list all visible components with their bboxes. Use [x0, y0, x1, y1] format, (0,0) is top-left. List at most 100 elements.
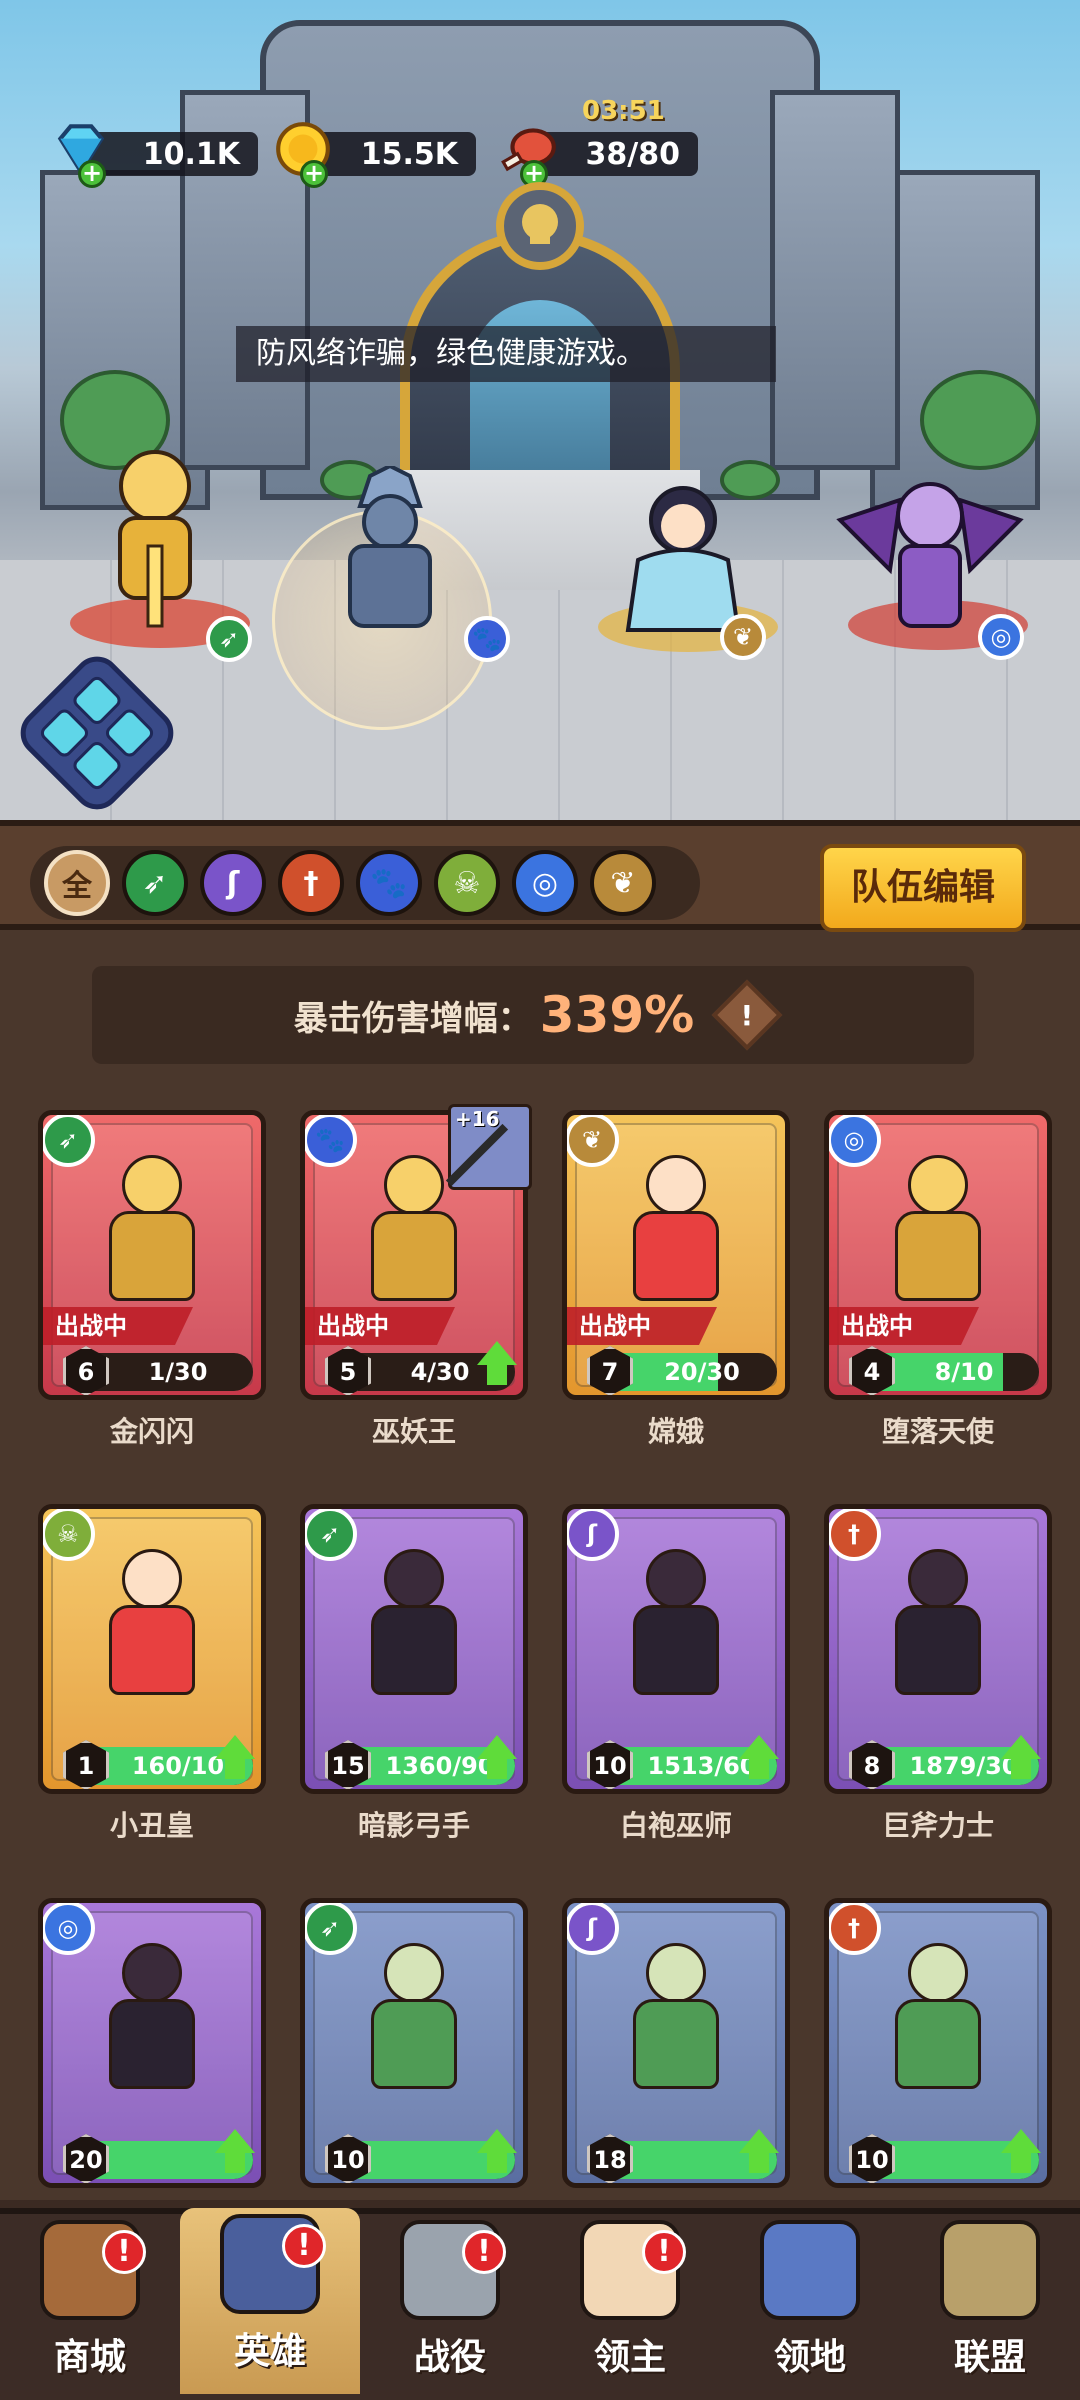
filter-bar: 全 ➶ ʃ † 🐾 ☠ ◎ ❦ 队伍编辑 — [0, 820, 1080, 932]
hero-portrait — [611, 1539, 741, 1709]
archer-class-icon: ➶ — [305, 1509, 357, 1561]
fallen-angel-hero[interactable] — [830, 460, 1030, 640]
filter-archer-icon[interactable]: ➶ — [122, 850, 188, 916]
filter-wing-icon[interactable]: ❦ — [590, 850, 656, 916]
team-edit-button[interactable]: 队伍编辑 — [820, 844, 1026, 932]
nav-tab[interactable]: 联盟 — [900, 2214, 1080, 2400]
hero-card[interactable]: ➶ 1360/90 15 — [300, 1504, 528, 1794]
territory-castle-icon — [760, 2220, 860, 2320]
deployed-status: 出战中 — [43, 1307, 193, 1345]
filter-spiral-icon[interactable]: ◎ — [512, 850, 578, 916]
hero-card[interactable]: ➶ 出战中 1/30 6 — [38, 1110, 266, 1400]
filter-mage-icon[interactable]: ʃ — [200, 850, 266, 916]
gold-add-button[interactable]: + — [300, 160, 328, 188]
mage-class-icon: ʃ — [567, 1903, 619, 1955]
upgrade-arrow-icon — [477, 1341, 517, 1387]
stamina-count: 38/80 — [585, 136, 680, 172]
hero-body — [633, 1605, 719, 1695]
hero-head — [908, 1549, 968, 1609]
hero-portrait — [87, 1539, 217, 1709]
nav-tab-label: 战役 — [413, 2337, 486, 2378]
hero-card[interactable]: ❦ 出战中 20/30 7 — [562, 1110, 790, 1400]
warrior-class-icon: † — [829, 1509, 881, 1561]
hero-card[interactable]: † 1879/30 8 — [824, 1504, 1052, 1794]
filter-skull-icon[interactable]: ☠ — [434, 850, 500, 916]
warrior-class-icon: † — [829, 1903, 881, 1955]
equip-level: +16 — [455, 1107, 500, 1131]
hero-name: 金闪闪 — [109, 1415, 194, 1448]
spiral-class-icon: ◎ — [829, 1115, 881, 1167]
nav-tab-label: 领地 — [773, 2337, 846, 2378]
gold-count: 15.5K — [360, 136, 458, 172]
hero-portrait — [873, 1539, 1003, 1709]
hero-card[interactable]: ➶ 10 — [300, 1898, 528, 2188]
gem-add-button[interactable]: + — [78, 160, 106, 188]
crit-damage-label: 暴击伤害增幅： — [293, 998, 532, 1039]
battle-scene: 10.1K + 15.5K + 38/80 + 03:51 防风络诈骗，绿色健康… — [0, 0, 1080, 820]
crit-damage-value: 339% — [539, 986, 695, 1044]
upgrade-arrow-icon — [1001, 2129, 1041, 2175]
crit-info-button[interactable]: ! — [711, 979, 783, 1051]
deployed-status: 出战中 — [829, 1307, 979, 1345]
equipped-spear-icon[interactable]: +16 — [445, 1104, 532, 1190]
hero-head — [384, 1943, 444, 2003]
hero-portrait — [349, 1539, 479, 1709]
nav-tab[interactable]: 领地 — [720, 2214, 900, 2400]
hero-body — [371, 1605, 457, 1695]
spiral-class-icon: ◎ — [43, 1903, 95, 1955]
golden-knight-hero[interactable] — [90, 436, 220, 636]
skull-emblem-icon — [496, 182, 584, 270]
hero-head — [646, 1943, 706, 2003]
beast-class-icon: 🐾 — [305, 1115, 357, 1167]
hero-card[interactable]: ◎ 出战中 8/10 4 — [824, 1110, 1052, 1400]
hero-body — [109, 1999, 195, 2089]
lich-king-hero[interactable] — [320, 466, 460, 656]
skull-class-icon: ☠ — [43, 1509, 95, 1561]
hero-portrait — [611, 1933, 741, 2103]
mage-class-icon: ʃ — [567, 1509, 619, 1561]
alert-badge-icon: ! — [642, 2230, 686, 2274]
hero-card[interactable]: ʃ 1513/60 10 — [562, 1504, 790, 1794]
hero-name: 小丑皇 — [109, 1809, 194, 1842]
hero-body — [895, 1999, 981, 2089]
hero-card[interactable]: ☠ 160/10 1 — [38, 1504, 266, 1794]
anti-fraud-notice: 防风络诈骗，绿色健康游戏。 — [236, 326, 776, 382]
nav-tab[interactable]: 战役 ! — [360, 2214, 540, 2400]
hero-name: 巫妖王 — [371, 1415, 456, 1448]
gem-count: 10.1K — [142, 136, 240, 172]
shard-progress-text: 20/30 — [664, 1358, 740, 1386]
nav-tab[interactable]: 英雄 ! — [180, 2208, 360, 2394]
spear-shaft — [445, 1123, 509, 1187]
archer-class-icon: ➶ — [305, 1903, 357, 1955]
hero-card[interactable]: † 10 — [824, 1898, 1052, 2188]
warning-icon: ! — [740, 998, 754, 1032]
hero-body — [633, 1211, 719, 1301]
hero-body — [109, 1605, 195, 1695]
castle-tower-right-inner — [770, 90, 900, 470]
bush-right — [920, 370, 1040, 470]
nav-tab[interactable]: 领主 ! — [540, 2214, 720, 2400]
nav-tab[interactable]: 商城 ! — [0, 2214, 180, 2400]
hero-body — [109, 1211, 195, 1301]
filter-all-button[interactable]: 全 — [44, 850, 110, 916]
filter-beast-icon[interactable]: 🐾 — [356, 850, 422, 916]
hero-head — [122, 1155, 182, 1215]
gem-counter: 10.1K — [88, 132, 258, 176]
filter-warrior-icon[interactable]: † — [278, 850, 344, 916]
hero-portrait — [873, 1933, 1003, 2103]
hero-name: 嫦娥 — [647, 1415, 704, 1448]
deployed-status: 出战中 — [305, 1307, 455, 1345]
class-filter-row: 全 ➶ ʃ † 🐾 ☠ ◎ ❦ — [30, 846, 700, 920]
hero-card[interactable]: ◎ 20 — [38, 1898, 266, 2188]
nav-tab-label: 英雄 — [233, 2331, 306, 2372]
nav-tab-label: 领主 — [593, 2337, 666, 2378]
hero-head — [646, 1549, 706, 1609]
hero-name: 巨斧力士 — [881, 1809, 994, 1842]
hero-portrait — [611, 1145, 741, 1315]
hero-portrait — [873, 1145, 1003, 1315]
hero-body — [371, 1999, 457, 2089]
hero-card[interactable]: ʃ 18 — [562, 1898, 790, 2188]
upgrade-arrow-icon — [739, 1735, 779, 1781]
hero-portrait — [87, 1145, 217, 1315]
spiral-class-icon: ◎ — [978, 614, 1024, 660]
